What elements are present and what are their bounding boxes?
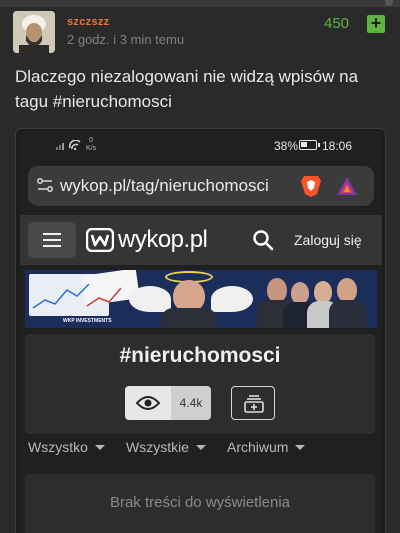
observers-count: 4.4k xyxy=(171,386,211,420)
post-timestamp[interactable]: 2 godz. i 3 min temu xyxy=(67,32,184,47)
battery-icon xyxy=(299,140,320,150)
filter-dropdown-type[interactable]: Wszystkie xyxy=(126,439,206,455)
brave-shields-icon[interactable] xyxy=(300,174,322,198)
phone-screen: 0 K/s 38% 18:06 wykop.pl/tag/nieruchomos… xyxy=(20,131,382,533)
banner-person-body xyxy=(329,300,367,328)
observe-tag-group[interactable]: 4.4k xyxy=(125,386,211,420)
caret-down-icon xyxy=(295,445,306,450)
banner-wing-right xyxy=(211,286,253,312)
filter-bar: Wszystko Wszystkie Archiwum xyxy=(28,439,378,463)
caret-down-icon xyxy=(196,445,206,450)
caret-down-icon xyxy=(94,445,105,450)
filter-label: Archiwum xyxy=(227,439,289,455)
username[interactable]: szczszz xyxy=(67,16,109,28)
top-edge-strip xyxy=(0,0,400,7)
tag-title: #nieruchomosci xyxy=(119,344,281,367)
filter-dropdown-content[interactable]: Wszystko xyxy=(28,439,105,455)
post-body-text: Dlaczego niezalogowani nie widzą wpisów … xyxy=(15,67,359,111)
tag-banner-image: WKP INVESTMENTS xyxy=(25,270,377,328)
empty-state-card: Brak treści do wyświetlenia xyxy=(25,474,375,533)
menu-button[interactable] xyxy=(28,222,76,258)
wykop-logo-icon[interactable] xyxy=(86,228,114,252)
site-settings-icon[interactable] xyxy=(37,178,53,192)
menu-line-icon xyxy=(43,245,61,247)
menu-line-icon xyxy=(43,233,61,235)
empty-state-message: Brak treści do wyświetlenia xyxy=(109,494,291,511)
tag-card: #nieruchomosci 4.4k xyxy=(25,334,375,434)
avatar[interactable] xyxy=(13,11,55,53)
network-speed-value: 0 xyxy=(89,137,94,144)
banner-person xyxy=(314,281,332,303)
vote-count: 450 xyxy=(324,15,350,32)
site-header: wykop.pl Zaloguj się xyxy=(20,215,382,265)
scroll-knob xyxy=(385,0,393,6)
login-link[interactable]: Zaloguj się xyxy=(294,232,362,248)
browser-address-bar[interactable]: wykop.pl/tag/nieruchomosci xyxy=(28,166,374,206)
network-speed-unit: K/s xyxy=(86,145,97,152)
logo-text[interactable]: wykop.pl xyxy=(118,226,208,254)
signal-icon xyxy=(56,140,81,150)
banner-brand: WKP INVESTMENTS xyxy=(63,318,112,324)
filter-label: Wszystkie xyxy=(126,439,189,455)
banner-person xyxy=(291,282,309,304)
upvote-button[interactable]: + xyxy=(367,14,385,33)
eye-icon xyxy=(136,396,160,410)
observe-button[interactable] xyxy=(125,386,171,420)
embedded-screenshot[interactable]: 0 K/s 38% 18:06 wykop.pl/tag/nieruchomos… xyxy=(15,128,386,533)
banner-person xyxy=(267,278,287,302)
banner-wing-left xyxy=(129,286,171,312)
add-to-blacklist-button[interactable] xyxy=(231,386,275,420)
banner-person-body xyxy=(161,308,217,328)
banner-chart-lines xyxy=(32,283,122,309)
search-icon[interactable] xyxy=(252,229,274,251)
menu-line-icon xyxy=(43,239,61,241)
brave-rewards-icon[interactable] xyxy=(336,176,358,196)
stack-plus-icon xyxy=(244,395,264,413)
network-speed: 0 K/s xyxy=(86,137,96,153)
filter-label: Wszystko xyxy=(28,439,88,455)
status-clock: 18:06 xyxy=(322,139,353,153)
post-header: szczszz 2 godz. i 3 min temu 450 + xyxy=(0,7,400,57)
filter-dropdown-archive[interactable]: Archiwum xyxy=(227,439,306,455)
url-text[interactable]: wykop.pl/tag/nieruchomosci xyxy=(60,176,269,196)
battery-percent: 38% xyxy=(274,139,299,153)
banner-person xyxy=(337,278,357,302)
phone-status-bar: 0 K/s 38% 18:06 xyxy=(20,131,382,159)
